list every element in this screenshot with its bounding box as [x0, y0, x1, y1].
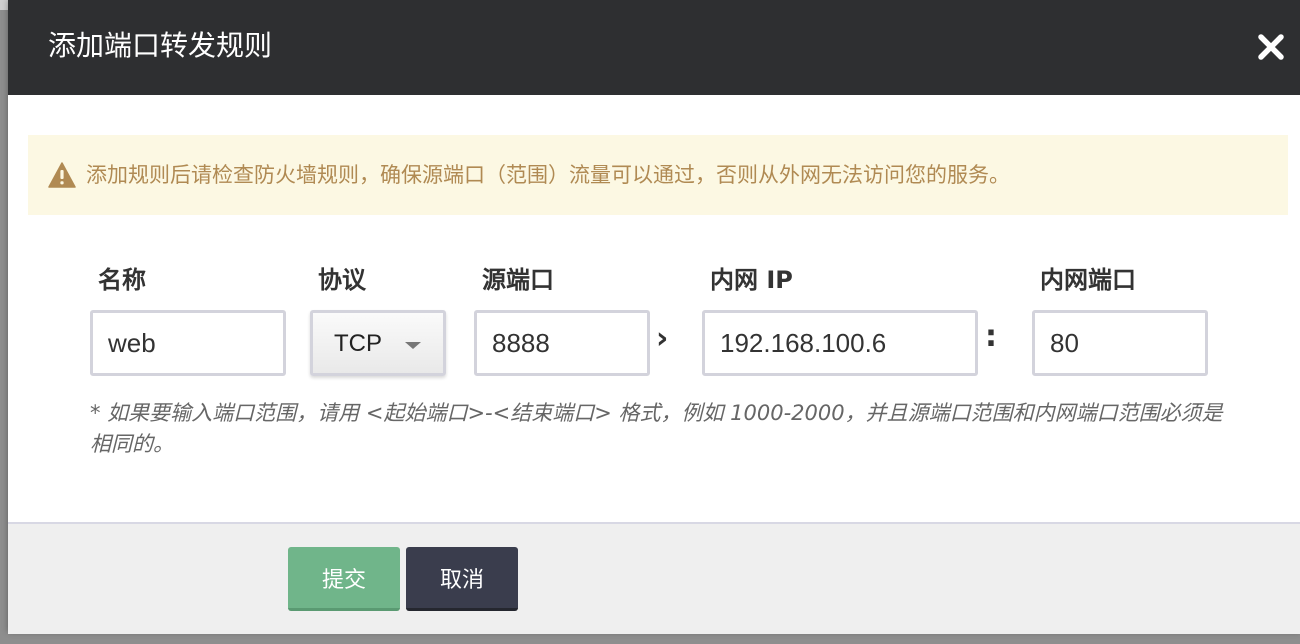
- port-forward-dialog: 添加端口转发规则 添加规则后请检查防火墙规则，确保源端口（范围）流量可以通过，否…: [8, 0, 1300, 634]
- dialog-header: 添加端口转发规则: [8, 0, 1300, 95]
- internal-ip-input[interactable]: [702, 310, 978, 376]
- source-port-input[interactable]: [474, 310, 650, 376]
- close-icon[interactable]: [1256, 32, 1286, 62]
- protocol-select[interactable]: TCP: [310, 310, 446, 376]
- dialog-title: 添加端口转发规则: [48, 29, 273, 62]
- cancel-button[interactable]: 取消: [406, 547, 518, 611]
- protocol-label: 协议: [318, 266, 366, 294]
- internal-port-label: 内网端口: [1040, 266, 1136, 294]
- warning-text: 添加规则后请检查防火墙规则，确保源端口（范围）流量可以通过，否则从外网无法访问您…: [86, 163, 1010, 187]
- chevron-down-icon: [405, 342, 421, 349]
- source-port-label: 源端口: [482, 266, 554, 294]
- arrow-separator: ›: [656, 321, 669, 356]
- port-range-hint: * 如果要输入端口范围，请用 <起始端口>-<结束端口> 格式，例如 1000-…: [90, 401, 1223, 456]
- dialog-footer: 提交 取消: [8, 522, 1300, 634]
- submit-button[interactable]: 提交: [288, 547, 400, 611]
- protocol-select-value: TCP: [334, 330, 382, 357]
- internal-ip-label: 内网 IP: [710, 266, 793, 294]
- internal-port-input[interactable]: [1032, 310, 1208, 376]
- name-label: 名称: [98, 266, 146, 294]
- name-input[interactable]: [90, 310, 286, 376]
- warning-alert: 添加规则后请检查防火墙规则，确保源端口（范围）流量可以通过，否则从外网无法访问您…: [28, 135, 1288, 215]
- colon-separator: :: [985, 319, 997, 354]
- warning-triangle-icon: [48, 162, 76, 188]
